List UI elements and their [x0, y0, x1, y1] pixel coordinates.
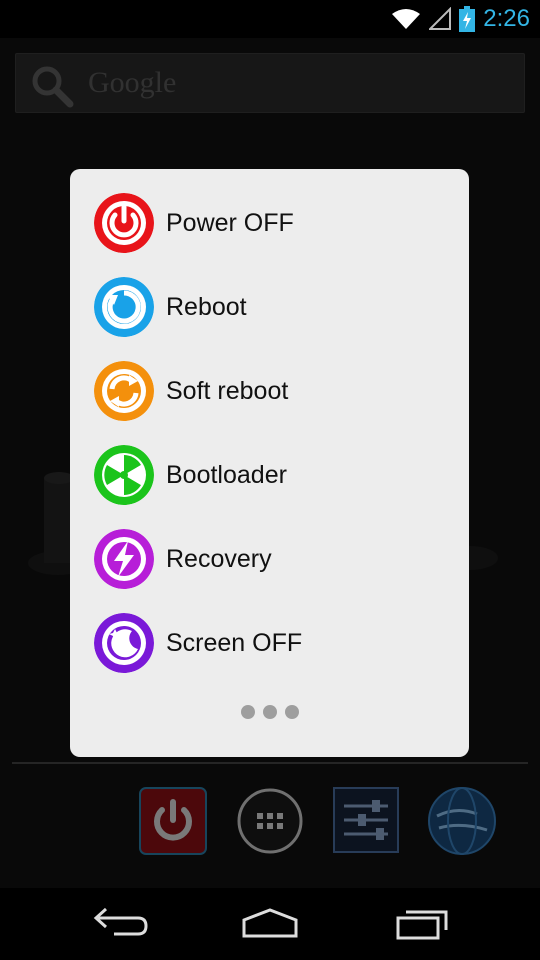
dot: [262, 705, 277, 719]
menu-label-power-off: Power OFF: [166, 208, 294, 237]
menu-item-reboot[interactable]: Reboot: [70, 265, 469, 349]
menu-label-screen-off: Screen OFF: [166, 628, 303, 657]
dot: [240, 705, 255, 719]
menu-item-screen-off[interactable]: Screen OFF: [70, 601, 469, 685]
soft-reboot-icon: [94, 361, 154, 421]
back-icon[interactable]: [92, 906, 150, 942]
wifi-icon: [392, 9, 421, 29]
reboot-icon: [94, 277, 154, 337]
menu-item-bootloader[interactable]: Bootloader: [70, 433, 469, 517]
menu-label-bootloader: Bootloader: [166, 460, 287, 489]
menu-item-power-off[interactable]: Power OFF: [70, 181, 469, 265]
recovery-icon: [94, 529, 154, 589]
signal-icon: [429, 7, 452, 30]
status-bar: 2:26: [0, 0, 540, 38]
power-menu-dialog: Power OFF Reboot Soft reboot Bootloader …: [70, 169, 469, 757]
menu-label-recovery: Recovery: [166, 544, 272, 573]
menu-label-reboot: Reboot: [166, 292, 247, 321]
menu-item-recovery[interactable]: Recovery: [70, 517, 469, 601]
status-icons: 2:26: [391, 4, 530, 34]
menu-label-soft-reboot: Soft reboot: [166, 376, 289, 405]
recents-icon[interactable]: [394, 906, 450, 942]
bootloader-icon: [94, 445, 154, 505]
screen-off-icon: [94, 613, 154, 673]
power-icon: [94, 193, 154, 253]
dot: [284, 705, 299, 719]
navigation-bar: [0, 888, 540, 960]
battery-charging-icon: [459, 6, 476, 32]
more-dots-icon[interactable]: [70, 705, 469, 725]
clock: 2:26: [483, 5, 530, 32]
home-icon[interactable]: [240, 906, 300, 942]
menu-item-soft-reboot[interactable]: Soft reboot: [70, 349, 469, 433]
